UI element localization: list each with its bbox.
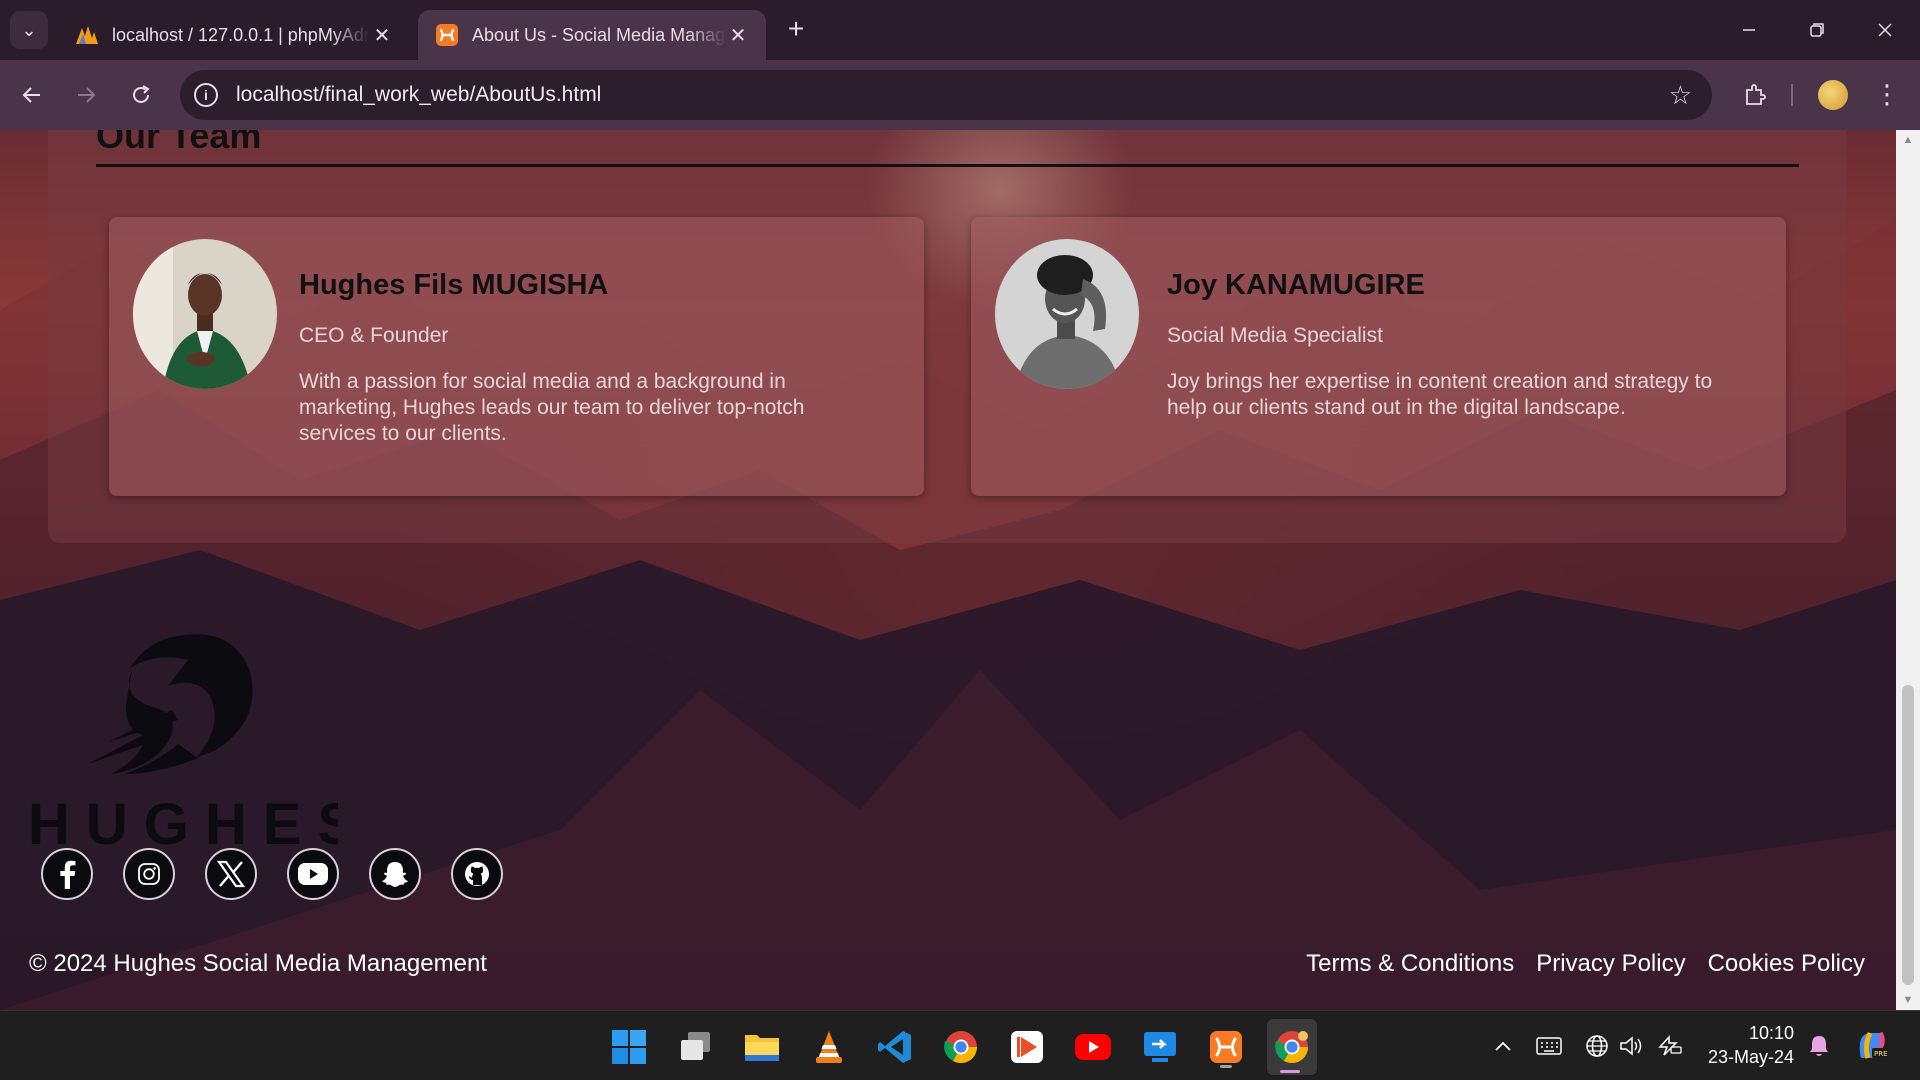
member-role: Social Media Specialist <box>1167 324 1383 347</box>
terms-link[interactable]: Terms & Conditions <box>1306 950 1514 978</box>
x-icon[interactable] <box>205 848 257 900</box>
address-bar[interactable]: i localhost/final_work_web/AboutUs.html … <box>180 70 1712 120</box>
task-view-icon[interactable] <box>673 1024 719 1070</box>
browser-menu-icon[interactable]: ⋮ <box>1872 80 1902 110</box>
hughes-logo: HUGHES <box>28 634 338 849</box>
extensions-icon[interactable] <box>1740 80 1770 110</box>
system-clock[interactable]: 10:10 23-May-24 <box>1704 1021 1794 1069</box>
chrome-icon[interactable] <box>938 1024 984 1070</box>
remote-desktop-icon[interactable] <box>1137 1024 1183 1070</box>
copyright-text: © 2024 Hughes Social Media Management <box>29 950 487 977</box>
member-role: CEO & Founder <box>299 324 449 347</box>
xampp-icon <box>434 22 460 48</box>
forward-button[interactable] <box>68 77 104 113</box>
member-photo <box>133 239 277 389</box>
tab-search-button[interactable]: ⌄ <box>10 11 48 49</box>
phpmyadmin-icon <box>74 22 100 48</box>
toolbar-divider <box>1791 84 1793 106</box>
bookmark-star-icon[interactable]: ☆ <box>1669 80 1692 111</box>
member-name: Hughes Fils MUGISHA <box>299 269 609 301</box>
clock-date: 23-May-24 <box>1707 1047 1794 1067</box>
youtube-icon[interactable] <box>287 848 339 900</box>
file-explorer-icon[interactable] <box>739 1024 785 1070</box>
clock-time: 10:10 <box>1748 1023 1794 1043</box>
start-icon[interactable] <box>606 1024 652 1070</box>
minimize-button[interactable] <box>1726 10 1772 50</box>
page-scrollbar[interactable]: ▲ ▼ <box>1896 130 1920 1010</box>
url-text[interactable]: localhost/final_work_web/AboutUs.html <box>236 83 1669 107</box>
chrome-profile-icon[interactable] <box>1267 1019 1317 1075</box>
site-info-icon[interactable]: i <box>194 83 218 107</box>
facebook-icon[interactable] <box>41 848 93 900</box>
member-bio: Joy brings her expertise in content crea… <box>1167 370 1713 419</box>
tab-about-us[interactable]: About Us - Social Media Management ✕ <box>418 10 766 60</box>
browser-tab-bar: ⌄ localhost / 127.0.0.1 | phpMyAdmin ✕ A… <box>0 0 1920 60</box>
browser-toolbar: i localhost/final_work_web/AboutUs.html … <box>0 60 1920 130</box>
tab-title: About Us - Social Media Management <box>472 24 726 45</box>
github-icon[interactable] <box>451 848 503 900</box>
show-hidden-icons-icon[interactable] <box>1488 1031 1518 1061</box>
team-heading-divider <box>96 164 1799 167</box>
running-indicator <box>1220 1065 1232 1068</box>
battery-icon[interactable] <box>1654 1031 1684 1061</box>
team-member-card: Joy KANAMUGIRE Social Media Specialist J… <box>971 217 1786 496</box>
scroll-down-arrow-icon[interactable]: ▼ <box>1896 990 1920 1010</box>
member-photo <box>995 239 1139 389</box>
scroll-up-arrow-icon[interactable]: ▲ <box>1896 130 1920 150</box>
tab-phpmyadmin[interactable]: localhost / 127.0.0.1 | phpMyAdmin ✕ <box>58 10 410 60</box>
page-viewport: Our Team Hughes Fils MUGISHA CEO & Found… <box>0 130 1896 1010</box>
chevron-down-icon: ⌄ <box>21 19 37 40</box>
youtube-icon[interactable] <box>1070 1024 1116 1070</box>
member-bio: With a passion for social media and a ba… <box>299 370 805 445</box>
close-icon[interactable]: ✕ <box>726 23 750 48</box>
tab-title: localhost / 127.0.0.1 | phpMyAdmin <box>112 24 370 45</box>
snapchat-icon[interactable] <box>369 848 421 900</box>
member-name: Joy KANAMUGIRE <box>1167 269 1425 301</box>
xampp-icon[interactable] <box>1203 1024 1249 1070</box>
svg-text:PRE: PRE <box>1874 1050 1888 1058</box>
vlc-icon[interactable] <box>806 1024 852 1070</box>
running-indicator <box>1280 1070 1300 1073</box>
team-member-card: Hughes Fils MUGISHA CEO & Founder With a… <box>109 217 924 496</box>
keyboard-icon[interactable] <box>1534 1031 1564 1061</box>
media-player-icon[interactable] <box>1004 1024 1050 1070</box>
close-icon[interactable]: ✕ <box>370 23 394 48</box>
profile-avatar[interactable] <box>1818 80 1848 110</box>
back-button[interactable] <box>14 77 50 113</box>
scrollbar-thumb[interactable] <box>1902 685 1914 985</box>
cookies-link[interactable]: Cookies Policy <box>1708 950 1865 978</box>
new-tab-button[interactable]: + <box>780 14 812 46</box>
reload-button[interactable] <box>123 77 159 113</box>
instagram-icon[interactable] <box>123 848 175 900</box>
footer-links: Terms & Conditions Privacy Policy Cookie… <box>1306 950 1865 978</box>
privacy-link[interactable]: Privacy Policy <box>1536 950 1685 978</box>
network-icon[interactable] <box>1582 1031 1612 1061</box>
volume-icon[interactable] <box>1616 1031 1646 1061</box>
restore-button[interactable] <box>1794 10 1840 50</box>
team-heading: Our Team <box>96 130 262 156</box>
close-window-button[interactable] <box>1862 10 1908 50</box>
vscode-icon[interactable] <box>872 1024 918 1070</box>
windows-taskbar: 10:10 23-May-24 PRE <box>0 1010 1920 1080</box>
copilot-icon[interactable]: PRE <box>1854 1027 1890 1063</box>
notification-bell-icon[interactable] <box>1804 1031 1834 1061</box>
svg-text:HUGHES: HUGHES <box>28 792 338 849</box>
